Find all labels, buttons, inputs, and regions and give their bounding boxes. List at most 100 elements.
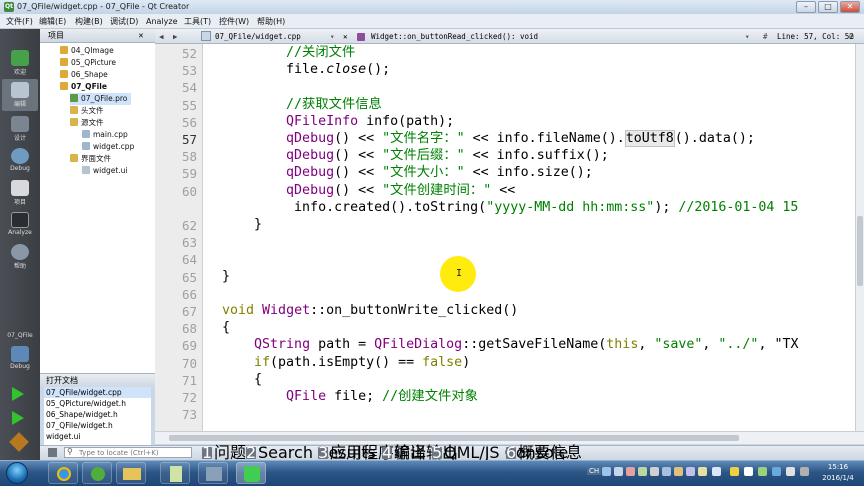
tree-item-pro-file[interactable]: 07_QFile.pro — [70, 93, 132, 105]
hscroll-thumb[interactable] — [169, 435, 739, 441]
debug-run-icon[interactable] — [12, 411, 24, 425]
tray-icon[interactable] — [800, 467, 809, 476]
mode-design[interactable]: 设计 — [2, 113, 38, 145]
code-line[interactable]: QFileInfo info(path); — [222, 113, 454, 131]
tree-item-headers[interactable]: 头文件 — [70, 105, 104, 117]
mode-debug[interactable]: Debug — [2, 145, 38, 177]
code-line[interactable]: qDebug() << "文件创建时间：" << — [222, 182, 515, 200]
toggle-sidebar-icon[interactable] — [48, 448, 57, 457]
minimize-button[interactable]: – — [796, 1, 816, 13]
taskbar-app-icon[interactable] — [198, 462, 228, 484]
close-button[interactable]: ✕ — [840, 1, 860, 13]
project-tree[interactable]: 04_QImage 05_QPicture 06_Shape 07_QFile … — [40, 43, 155, 373]
input-language[interactable]: CH — [587, 467, 602, 475]
network-icon[interactable] — [772, 467, 781, 476]
tray-icon[interactable] — [686, 467, 695, 476]
scroll-thumb[interactable] — [857, 216, 863, 286]
menu-edit[interactable]: 编辑(E) — [37, 14, 68, 29]
code-line[interactable]: //关闭文件 — [222, 44, 355, 62]
code-editor[interactable]: //关闭文件 file.close(); //获取文件信息 QFileInfo … — [203, 44, 855, 431]
tray-icon[interactable] — [650, 467, 659, 476]
tray-icon[interactable] — [662, 467, 671, 476]
tree-item-widget-ui[interactable]: widget.ui — [82, 165, 128, 177]
back-icon[interactable]: ◀ — [159, 29, 164, 44]
tray-icon[interactable] — [602, 467, 611, 476]
tray-icon[interactable] — [744, 467, 753, 476]
close-panel-icon[interactable]: ✕ — [138, 29, 144, 43]
vertical-scrollbar[interactable] — [855, 44, 864, 431]
open-doc-item[interactable]: 06_Shape/widget.h — [44, 409, 151, 420]
code-line[interactable]: { — [222, 319, 230, 337]
tray-icon[interactable] — [674, 467, 683, 476]
code-line[interactable]: } — [222, 216, 262, 234]
tray-icon[interactable] — [626, 467, 635, 476]
tree-item-main-cpp[interactable]: main.cpp — [82, 129, 128, 141]
file-selector[interactable]: 07_QFile/widget.cpp — [215, 29, 301, 44]
menu-help[interactable]: 帮助(H) — [255, 14, 287, 29]
code-line[interactable]: } — [222, 268, 230, 286]
code-line[interactable]: void Widget::on_buttonWrite_clicked() — [222, 302, 518, 320]
open-doc-item[interactable]: 07_QFile/widget.h — [44, 420, 151, 431]
split-icon[interactable]: # — [763, 29, 768, 44]
tray-icon[interactable] — [638, 467, 647, 476]
taskbar-browser-icon[interactable] — [82, 462, 112, 484]
code-line[interactable]: //获取文件信息 — [222, 96, 382, 114]
tree-item-sources[interactable]: 源文件 — [70, 117, 104, 129]
menu-debug[interactable]: 调试(D) — [108, 14, 140, 29]
code-line[interactable]: QString path = QFileDialog::getSaveFileN… — [222, 336, 798, 354]
mode-help[interactable]: 帮助 — [2, 241, 38, 273]
tray-icon[interactable] — [698, 467, 707, 476]
menu-build[interactable]: 构建(B) — [73, 14, 105, 29]
mode-projects[interactable]: 项目 — [2, 177, 38, 209]
output-tabs-dropdown-icon[interactable]: ⇕ — [552, 447, 559, 456]
taskbar-qtcreator-icon[interactable] — [236, 462, 266, 484]
code-line[interactable]: qDebug() << "文件后缀：" << info.suffix(); — [222, 147, 609, 165]
tree-item-06-shape[interactable]: 06_Shape — [60, 69, 108, 81]
tree-item-07-qfile[interactable]: 07_QFile — [60, 81, 107, 93]
code-line[interactable]: qDebug() << "文件大小：" << info.size(); — [222, 164, 593, 182]
locator-input[interactable]: Type to locate (Ctrl+K) — [64, 447, 192, 458]
function-selector[interactable]: Widget::on_buttonRead_clicked(): void — [371, 29, 538, 44]
function-dropdown-icon[interactable]: ▾ — [745, 29, 750, 44]
open-doc-item[interactable]: 07_QFile/widget.cpp — [44, 387, 151, 398]
tree-item-widget-cpp[interactable]: widget.cpp — [82, 141, 134, 153]
run-icon[interactable] — [12, 387, 24, 401]
menu-controls[interactable]: 控件(W) — [217, 14, 251, 29]
kit-selector[interactable]: Debug — [2, 343, 38, 375]
code-line[interactable]: qDebug() << "文件名字：" << info.fileName().t… — [222, 130, 755, 148]
menu-analyze[interactable]: Analyze — [144, 14, 180, 29]
code-line[interactable]: file.close(); — [222, 61, 390, 79]
tray-icon[interactable] — [758, 467, 767, 476]
open-doc-item[interactable]: 05_QPicture/widget.h — [44, 398, 151, 409]
taskbar-ie-icon[interactable] — [48, 462, 78, 484]
mode-welcome[interactable]: 欢迎 — [2, 47, 38, 79]
mode-analyze[interactable]: Analyze — [2, 209, 38, 241]
volume-icon[interactable] — [786, 467, 795, 476]
tree-item-04-qimage[interactable]: 04_QImage — [60, 45, 114, 57]
menu-file[interactable]: 文件(F) — [4, 14, 35, 29]
tree-item-forms[interactable]: 界面文件 — [70, 153, 111, 165]
code-line[interactable]: QFile file; //创建文件对象 — [222, 388, 478, 406]
file-dropdown-icon[interactable]: ▾ — [330, 29, 335, 44]
close-file-icon[interactable]: ✕ — [343, 29, 348, 44]
code-line[interactable]: { — [222, 371, 262, 389]
tray-icon[interactable] — [730, 467, 739, 476]
mode-edit[interactable]: 编辑 — [2, 79, 38, 111]
forward-icon[interactable]: ▶ — [173, 29, 178, 44]
tree-item-05-qpicture[interactable]: 05_QPicture — [60, 57, 116, 69]
open-documents-list[interactable]: 07_QFile/widget.cpp 05_QPicture/widget.h… — [44, 387, 151, 445]
build-hammer-icon[interactable] — [9, 432, 29, 452]
tray-icon[interactable] — [712, 467, 721, 476]
taskbar-notepad-icon[interactable] — [160, 462, 190, 484]
start-button[interactable] — [6, 462, 28, 484]
system-clock[interactable]: 15:16 2016/1/4 — [816, 462, 860, 484]
open-doc-item[interactable]: widget.ui — [44, 431, 151, 442]
tray-icon[interactable] — [614, 467, 623, 476]
menu-tools[interactable]: 工具(T) — [182, 14, 213, 29]
split-editor-icon[interactable]: ⊞ — [849, 29, 854, 44]
maximize-button[interactable]: □ — [818, 1, 838, 13]
taskbar-explorer-icon[interactable] — [116, 462, 146, 484]
tab-general-messages[interactable]: 6 概要信息 — [502, 445, 586, 461]
code-line[interactable]: if(path.isEmpty() == false) — [222, 354, 470, 372]
code-line[interactable]: info.created().toString("yyyy-MM-dd hh:m… — [222, 199, 798, 217]
